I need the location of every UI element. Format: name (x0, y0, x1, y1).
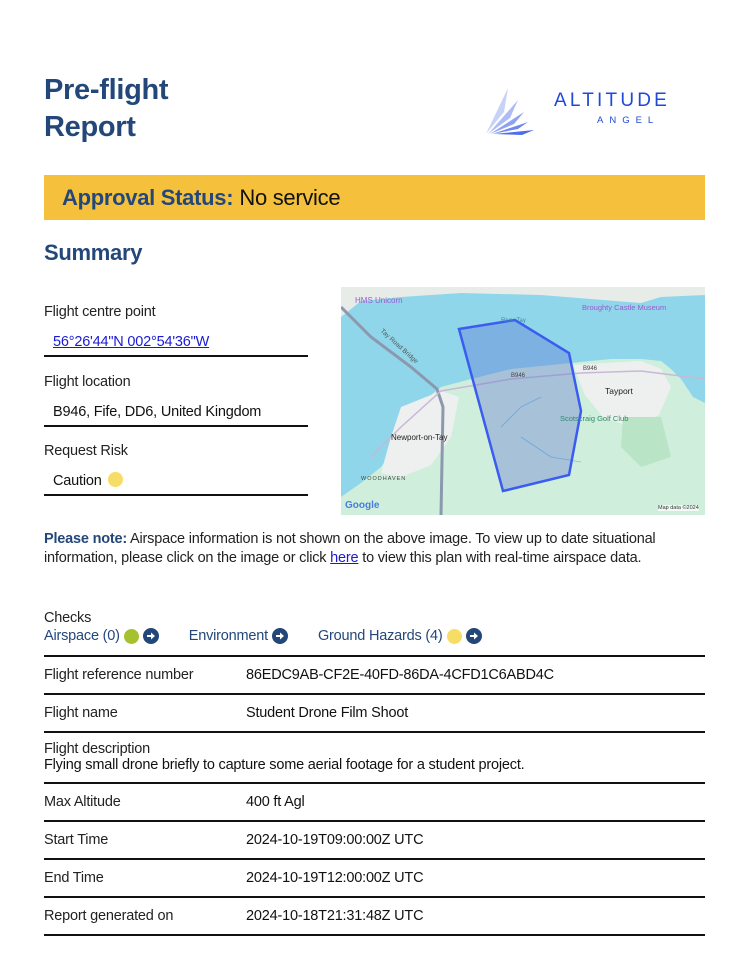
map-attribution: Map data ©2024 (658, 505, 699, 511)
table-row: Start Time 2024-10-19T09:00:00Z UTC (44, 822, 705, 860)
approval-status-value: No service (239, 185, 341, 210)
checks-row: Airspace (0) Environment Ground Hazards … (44, 628, 512, 644)
logo-wordmark: ALTITUDE (554, 90, 671, 111)
map-label-b946-east: B946 (583, 366, 598, 372)
map-label-b946: B946 (511, 373, 526, 379)
note-heading: Please note: (44, 531, 128, 547)
row-label: Start Time (44, 832, 109, 848)
flight-centre-point-field: 56°26'44"N 002°54'36"W (44, 330, 308, 357)
row-value: 2024-10-19T09:00:00Z UTC (246, 832, 424, 848)
flight-centre-point-label: Flight centre point (44, 304, 156, 320)
row-value: 400 ft Agl (246, 794, 305, 810)
map-label-tayport: Tayport (605, 386, 633, 396)
title-line-1: Pre-flight (44, 74, 169, 106)
map-label-hms-unicorn: HMS Unicorn (355, 296, 403, 305)
table-row: Report generated on 2024-10-18T21:31:48Z… (44, 898, 705, 936)
yellow-status-indicator-icon (446, 628, 462, 644)
row-value: 86EDC9AB-CF2E-40FD-86DA-4CFD1C6ABD4C (246, 667, 554, 683)
row-value: Student Drone Film Shoot (246, 705, 409, 721)
request-risk-field: Caution (44, 469, 308, 496)
map-label-broughty-castle: Broughty Castle Museum (582, 303, 667, 312)
check-airspace[interactable]: Airspace (0) (44, 628, 159, 644)
flight-location-label: Flight location (44, 374, 131, 390)
table-row: Flight reference number 86EDC9AB-CF2E-40… (44, 657, 705, 695)
flight-location-value: B946, Fife, DD6, United Kingdom (44, 400, 308, 427)
row-label: Report generated on (44, 908, 174, 924)
approval-status-banner: Approval Status: No service (44, 175, 705, 220)
check-ground-hazards[interactable]: Ground Hazards (4) (318, 628, 482, 644)
airspace-note: Please note: Airspace information is not… (44, 530, 709, 568)
check-ground-hazards-label: Ground Hazards (4) (317, 628, 443, 644)
table-row: Max Altitude 400 ft Agl (44, 784, 705, 822)
row-label: Flight description (44, 741, 151, 757)
map-label-newport-on-tay: Newport-on-Tay (391, 433, 448, 442)
arrow-right-icon[interactable] (465, 628, 482, 644)
note-text-after: to view this plan with real-time airspac… (358, 550, 642, 566)
row-label: End Time (44, 870, 104, 886)
request-risk-label: Request Risk (44, 443, 128, 459)
check-environment[interactable]: Environment (189, 628, 288, 644)
green-status-indicator-icon (123, 628, 139, 644)
map-label-scotscraig-golf-club: Scotscraig Golf Club (560, 414, 629, 423)
flight-details-table: Flight reference number 86EDC9AB-CF2E-40… (44, 655, 705, 936)
altitude-angel-logo: ALTITUDE ANGEL (484, 82, 708, 140)
check-environment-label: Environment (188, 628, 268, 644)
row-label: Flight name (44, 705, 118, 721)
table-row: Flight description Flying small drone br… (44, 733, 705, 784)
wing-logo-icon (486, 88, 534, 135)
checks-label: Checks (44, 610, 92, 626)
map-label-river-tay: River Tay (501, 318, 526, 324)
arrow-right-icon[interactable] (271, 628, 288, 644)
approval-status-label: Approval Status: (62, 185, 234, 210)
realtime-airspace-link[interactable]: here (330, 550, 358, 566)
page-title: Pre-flight Report (44, 72, 169, 146)
row-value: 2024-10-18T21:31:48Z UTC (246, 908, 424, 924)
flight-area-map[interactable]: HMS Unicorn Broughty Castle Museum River… (341, 287, 705, 515)
caution-indicator-icon (108, 472, 124, 487)
check-airspace-label: Airspace (0) (44, 628, 120, 644)
summary-heading: Summary (44, 240, 143, 265)
title-line-2: Report (44, 111, 136, 143)
row-label: Flight reference number (44, 667, 194, 683)
logo-subtitle: ANGEL (597, 115, 660, 126)
request-risk-value: Caution (53, 473, 102, 489)
google-logo: Google (345, 500, 380, 511)
table-row: End Time 2024-10-19T12:00:00Z UTC (44, 860, 705, 898)
row-label: Max Altitude (44, 794, 121, 810)
arrow-right-icon[interactable] (142, 628, 159, 644)
row-value: Flying small drone briefly to capture so… (44, 757, 525, 773)
row-value: 2024-10-19T12:00:00Z UTC (246, 870, 424, 886)
flight-centre-point-link[interactable]: 56°26'44"N 002°54'36"W (53, 334, 209, 350)
map-label-woodhaven: WOODHAVEN (361, 476, 407, 482)
table-row: Flight name Student Drone Film Shoot (44, 695, 705, 733)
